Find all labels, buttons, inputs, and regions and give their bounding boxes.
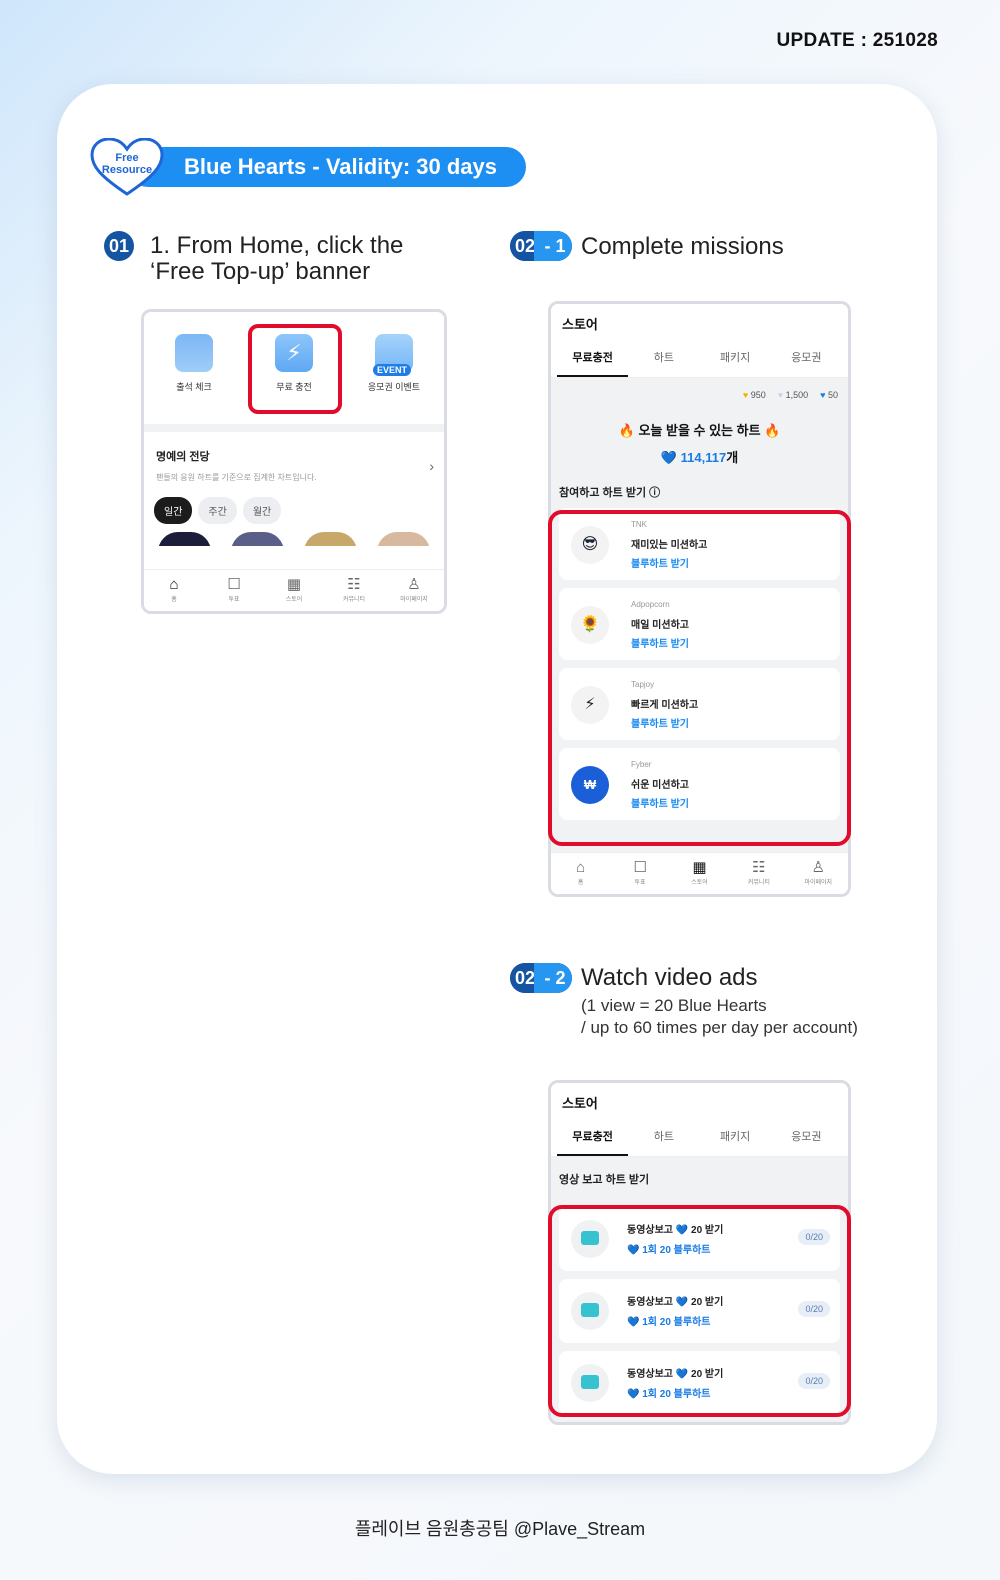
nav-store[interactable]: ▦ 스토어 (269, 570, 319, 611)
highlight-frame (248, 324, 342, 414)
tab-tickets[interactable]: 응모권 (771, 349, 842, 377)
person-icon: ♙ (407, 576, 421, 593)
blue-heart-balance: ♥ 50 (820, 390, 838, 400)
step-02-2-number: 02 - 2 (510, 963, 572, 993)
bottom-nav: ⌂ 홈 ☐ 투표 ▦ 스토어 ☷ 커뮤니티 ♙ 마이페이지 (144, 569, 444, 611)
tab-free-charge[interactable]: 무료충전 (557, 349, 629, 377)
avatar (304, 532, 357, 546)
nav-store[interactable]: ▦ 스토어 (674, 853, 724, 894)
mission-section-title: 참여하고 하트 받기 ⓘ (559, 487, 661, 499)
step-02-2-subtitle: (1 view = 20 Blue Hearts / up to 60 time… (581, 995, 858, 1039)
nav-home[interactable]: ⌂ 홈 (556, 853, 606, 894)
avatar-row (144, 524, 444, 546)
home-icon: ⌂ (576, 859, 586, 876)
today-hearts-count: 💙 114,117개 (660, 450, 739, 465)
nav-home[interactable]: ⌂ 홈 (149, 570, 199, 611)
balance-row: ♥ 950 ♥ 1,500 ♥ 50 (551, 378, 848, 400)
tab-free-charge[interactable]: 무료충전 (557, 1128, 629, 1156)
community-icon: ☷ (347, 576, 361, 593)
update-label: UPDATE : 251028 (776, 30, 938, 51)
nav-vote[interactable]: ☐ 투표 (615, 853, 665, 894)
nav-community[interactable]: ☷ 커뮤니티 (329, 570, 379, 611)
tab-tickets[interactable]: 응모권 (771, 1128, 842, 1156)
badge-line1: Free (115, 152, 139, 164)
vote-icon: ☐ (633, 859, 647, 876)
community-icon: ☷ (752, 859, 766, 876)
hall-of-fame-section[interactable]: 명예의 전당 팬들의 응원 하트를 기준으로 집계한 차트입니다. › (144, 432, 444, 483)
hall-subtitle: 팬들의 응원 하트를 기준으로 집계한 차트입니다. (156, 473, 317, 482)
store-title: 스토어 (562, 317, 598, 332)
video-section-title: 영상 보고 하트 받기 (559, 1174, 650, 1186)
icon-label: 출석 체크 (176, 382, 212, 392)
missions-highlight-frame (548, 510, 851, 846)
avatar (231, 532, 284, 546)
blue-heart-icon: 💙 (660, 450, 678, 465)
step-02-2-title: Watch video ads (581, 964, 758, 991)
nav-mypage[interactable]: ♙ 마이페이지 (389, 570, 439, 611)
store-title: 스토어 (562, 1096, 598, 1111)
store-icon: ▦ (286, 576, 302, 593)
hall-title: 명예의 전당 (156, 451, 210, 463)
free-resource-badge: Free Resource (90, 137, 164, 196)
vote-icon: ☐ (227, 576, 241, 593)
avatar (158, 532, 211, 546)
video-highlight-frame (548, 1205, 851, 1417)
nav-community[interactable]: ☷ 커뮤니티 (734, 853, 784, 894)
chip-daily[interactable]: 일간 (154, 497, 193, 524)
header-pill: Blue Hearts - Validity: 30 days (128, 147, 526, 187)
badge-line2: Resource (101, 164, 153, 176)
chevron-right-icon: › (429, 458, 434, 474)
event-heart-icon: EVENT (373, 334, 413, 376)
step-01-title: 1. From Home, click the ‘Free Top-up’ ba… (150, 232, 404, 285)
tab-package[interactable]: 패키지 (700, 1128, 771, 1156)
chip-weekly[interactable]: 주간 (198, 497, 237, 524)
tab-hearts[interactable]: 하트 (628, 349, 699, 377)
person-icon: ♙ (811, 859, 825, 876)
store-icon: ▦ (692, 859, 707, 876)
tab-hearts[interactable]: 하트 (628, 1128, 699, 1156)
nav-vote[interactable]: ☐ 투표 (209, 570, 259, 611)
bottom-nav: ⌂ 홈 ☐ 투표 ▦ 스토어 ☷ 커뮤니티 ♙ 마이페이지 (551, 852, 848, 894)
attendance-check-button[interactable]: 출석 체크 (154, 334, 234, 424)
icon-label: 응모권 이벤트 (367, 382, 421, 392)
step-01-number: 01 (104, 231, 134, 261)
event-badge: EVENT (373, 364, 412, 376)
footer-credit: 플레이브 음원총공팀 @Plave_Stream (354, 1519, 646, 1539)
sub-line-1: (1 view = 20 Blue Hearts (581, 996, 767, 1015)
home-icon: ⌂ (169, 576, 179, 593)
today-hearts-label: 🔥 오늘 받을 수 있는 하트 🔥 (618, 423, 781, 438)
sub-line-2: / up to 60 times per day per account) (581, 1018, 858, 1037)
gold-heart-balance: ♥ 950 (742, 390, 766, 400)
chip-monthly[interactable]: 월간 (242, 497, 282, 524)
calendar-icon (175, 334, 213, 372)
home-screenshot: 출석 체크 ⚡ 무료 충전 EVENT 응모권 이벤트 명예의 전당 팬들의 응… (141, 309, 447, 614)
step-02-1-number: 02 - 1 (510, 231, 572, 261)
step-number-sub: - 2 (534, 963, 572, 993)
tab-package[interactable]: 패키지 (700, 349, 771, 377)
step-number-sub: - 1 (534, 231, 572, 261)
ticket-event-button[interactable]: EVENT 응모권 이벤트 (354, 334, 434, 424)
avatar (377, 532, 430, 546)
white-heart-balance: ♥ 1,500 (777, 390, 809, 400)
nav-mypage[interactable]: ♙ 마이페이지 (793, 853, 843, 894)
step-02-1-title: Complete missions (581, 233, 784, 260)
